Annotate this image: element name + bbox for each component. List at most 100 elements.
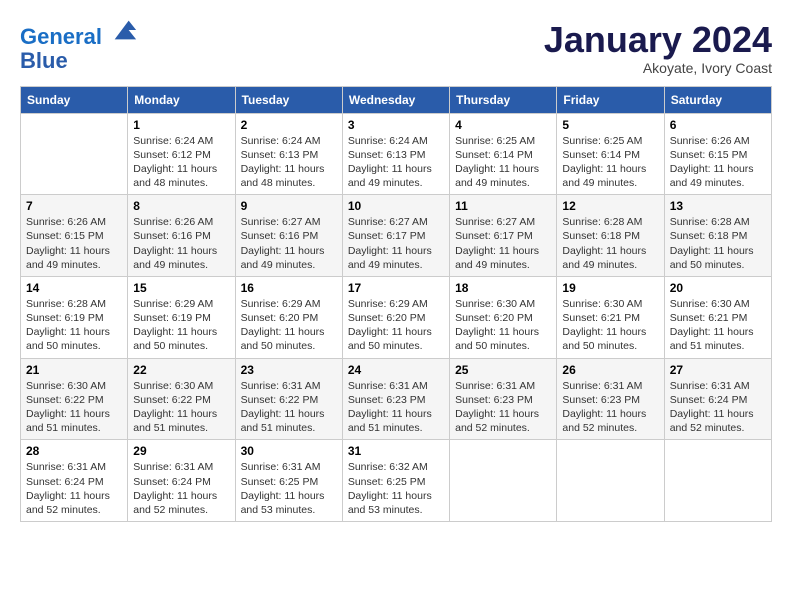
calendar-cell: 23 Sunrise: 6:31 AM Sunset: 6:22 PM Dayli… <box>235 358 342 440</box>
calendar-cell: 20 Sunrise: 6:30 AM Sunset: 6:21 PM Dayli… <box>664 276 771 358</box>
day-info: Sunrise: 6:24 AM Sunset: 6:12 PM Dayligh… <box>133 134 229 191</box>
day-info: Sunrise: 6:32 AM Sunset: 6:25 PM Dayligh… <box>348 460 444 517</box>
day-header-friday: Friday <box>557 86 664 113</box>
day-info: Sunrise: 6:31 AM Sunset: 6:23 PM Dayligh… <box>562 379 658 436</box>
day-number: 8 <box>133 199 229 213</box>
calendar-cell: 6Sunrise: 6:26 AM Sunset: 6:15 PM Daylig… <box>664 113 771 195</box>
day-header-thursday: Thursday <box>450 86 557 113</box>
calendar-cell: 11 Sunrise: 6:27 AM Sunset: 6:17 PM Dayli… <box>450 195 557 277</box>
day-info: Sunrise: 6:25 AM Sunset: 6:14 PM Dayligh… <box>562 134 658 191</box>
logo-text: General Blue <box>20 20 138 73</box>
logo-icon <box>110 16 138 44</box>
day-header-saturday: Saturday <box>664 86 771 113</box>
day-info: Sunrise: 6:24 AM Sunset: 6:13 PM Dayligh… <box>241 134 337 191</box>
calendar-table: SundayMondayTuesdayWednesdayThursdayFrid… <box>20 86 772 522</box>
day-number: 22 <box>133 363 229 377</box>
day-info: Sunrise: 6:31 AM Sunset: 6:23 PM Dayligh… <box>348 379 444 436</box>
calendar-cell: 14Sunrise: 6:28 AM Sunset: 6:19 PM Dayli… <box>21 276 128 358</box>
calendar-week-3: 14Sunrise: 6:28 AM Sunset: 6:19 PM Dayli… <box>21 276 772 358</box>
day-info: Sunrise: 6:28 AM Sunset: 6:18 PM Dayligh… <box>562 215 658 272</box>
logo-blue: Blue <box>20 48 68 73</box>
day-info: Sunrise: 6:31 AM Sunset: 6:25 PM Dayligh… <box>241 460 337 517</box>
calendar-cell: 21 Sunrise: 6:30 AM Sunset: 6:22 PM Dayli… <box>21 358 128 440</box>
month-title: January 2024 <box>544 20 772 60</box>
calendar-cell: 3Sunrise: 6:24 AM Sunset: 6:13 PM Daylig… <box>342 113 449 195</box>
day-number: 24 <box>348 363 444 377</box>
day-info: Sunrise: 6:24 AM Sunset: 6:13 PM Dayligh… <box>348 134 444 191</box>
day-number: 9 <box>241 199 337 213</box>
day-number: 10 <box>348 199 444 213</box>
title-block: January 2024 Akoyate, Ivory Coast <box>544 20 772 76</box>
day-number: 15 <box>133 281 229 295</box>
subtitle: Akoyate, Ivory Coast <box>544 60 772 76</box>
day-number: 28 <box>26 444 122 458</box>
day-number: 26 <box>562 363 658 377</box>
day-info: Sunrise: 6:25 AM Sunset: 6:14 PM Dayligh… <box>455 134 551 191</box>
calendar-cell: 17 Sunrise: 6:29 AM Sunset: 6:20 PM Dayli… <box>342 276 449 358</box>
calendar-cell: 16 Sunrise: 6:29 AM Sunset: 6:20 PM Dayli… <box>235 276 342 358</box>
day-info: Sunrise: 6:27 AM Sunset: 6:17 PM Dayligh… <box>455 215 551 272</box>
day-header-wednesday: Wednesday <box>342 86 449 113</box>
day-header-tuesday: Tuesday <box>235 86 342 113</box>
calendar-cell: 29Sunrise: 6:31 AM Sunset: 6:24 PM Dayli… <box>128 440 235 522</box>
day-info: Sunrise: 6:30 AM Sunset: 6:20 PM Dayligh… <box>455 297 551 354</box>
calendar-cell <box>557 440 664 522</box>
day-number: 2 <box>241 118 337 132</box>
calendar-cell: 12 Sunrise: 6:28 AM Sunset: 6:18 PM Dayli… <box>557 195 664 277</box>
day-info: Sunrise: 6:29 AM Sunset: 6:20 PM Dayligh… <box>348 297 444 354</box>
day-info: Sunrise: 6:29 AM Sunset: 6:19 PM Dayligh… <box>133 297 229 354</box>
calendar-cell: 22Sunrise: 6:30 AM Sunset: 6:22 PM Dayli… <box>128 358 235 440</box>
day-number: 27 <box>670 363 766 377</box>
day-number: 23 <box>241 363 337 377</box>
calendar-cell: 19Sunrise: 6:30 AM Sunset: 6:21 PM Dayli… <box>557 276 664 358</box>
calendar-cell: 1 Sunrise: 6:24 AM Sunset: 6:12 PM Daylig… <box>128 113 235 195</box>
day-info: Sunrise: 6:30 AM Sunset: 6:21 PM Dayligh… <box>562 297 658 354</box>
day-number: 20 <box>670 281 766 295</box>
day-number: 16 <box>241 281 337 295</box>
day-info: Sunrise: 6:28 AM Sunset: 6:18 PM Dayligh… <box>670 215 766 272</box>
day-info: Sunrise: 6:29 AM Sunset: 6:20 PM Dayligh… <box>241 297 337 354</box>
day-info: Sunrise: 6:30 AM Sunset: 6:21 PM Dayligh… <box>670 297 766 354</box>
calendar-week-5: 28 Sunrise: 6:31 AM Sunset: 6:24 PM Dayli… <box>21 440 772 522</box>
calendar-cell <box>21 113 128 195</box>
day-info: Sunrise: 6:31 AM Sunset: 6:24 PM Dayligh… <box>26 460 122 517</box>
day-number: 21 <box>26 363 122 377</box>
day-number: 1 <box>133 118 229 132</box>
calendar-cell: 24 Sunrise: 6:31 AM Sunset: 6:23 PM Dayli… <box>342 358 449 440</box>
calendar-cell: 8 Sunrise: 6:26 AM Sunset: 6:16 PM Daylig… <box>128 195 235 277</box>
day-info: Sunrise: 6:31 AM Sunset: 6:22 PM Dayligh… <box>241 379 337 436</box>
calendar-cell: 18Sunrise: 6:30 AM Sunset: 6:20 PM Dayli… <box>450 276 557 358</box>
day-number: 14 <box>26 281 122 295</box>
day-number: 11 <box>455 199 551 213</box>
day-number: 12 <box>562 199 658 213</box>
day-number: 13 <box>670 199 766 213</box>
day-info: Sunrise: 6:31 AM Sunset: 6:23 PM Dayligh… <box>455 379 551 436</box>
calendar-cell: 28 Sunrise: 6:31 AM Sunset: 6:24 PM Dayli… <box>21 440 128 522</box>
day-number: 17 <box>348 281 444 295</box>
calendar-cell: 25Sunrise: 6:31 AM Sunset: 6:23 PM Dayli… <box>450 358 557 440</box>
calendar-week-2: 7 Sunrise: 6:26 AM Sunset: 6:15 PM Daylig… <box>21 195 772 277</box>
day-info: Sunrise: 6:31 AM Sunset: 6:24 PM Dayligh… <box>670 379 766 436</box>
calendar-cell <box>450 440 557 522</box>
logo-general: General <box>20 24 102 49</box>
day-info: Sunrise: 6:26 AM Sunset: 6:15 PM Dayligh… <box>26 215 122 272</box>
calendar-header: SundayMondayTuesdayWednesdayThursdayFrid… <box>21 86 772 113</box>
header: General Blue January 2024 Akoyate, Ivory… <box>20 20 772 76</box>
day-header-sunday: Sunday <box>21 86 128 113</box>
day-number: 6 <box>670 118 766 132</box>
calendar-week-1: 1 Sunrise: 6:24 AM Sunset: 6:12 PM Daylig… <box>21 113 772 195</box>
day-info: Sunrise: 6:27 AM Sunset: 6:17 PM Dayligh… <box>348 215 444 272</box>
calendar-body: 1 Sunrise: 6:24 AM Sunset: 6:12 PM Daylig… <box>21 113 772 521</box>
day-number: 5 <box>562 118 658 132</box>
day-info: Sunrise: 6:26 AM Sunset: 6:16 PM Dayligh… <box>133 215 229 272</box>
day-info: Sunrise: 6:30 AM Sunset: 6:22 PM Dayligh… <box>26 379 122 436</box>
calendar-cell: 13 Sunrise: 6:28 AM Sunset: 6:18 PM Dayli… <box>664 195 771 277</box>
calendar-cell: 30Sunrise: 6:31 AM Sunset: 6:25 PM Dayli… <box>235 440 342 522</box>
calendar-cell <box>664 440 771 522</box>
calendar-cell: 9 Sunrise: 6:27 AM Sunset: 6:16 PM Daylig… <box>235 195 342 277</box>
calendar-cell: 5 Sunrise: 6:25 AM Sunset: 6:14 PM Daylig… <box>557 113 664 195</box>
calendar-cell: 10 Sunrise: 6:27 AM Sunset: 6:17 PM Dayli… <box>342 195 449 277</box>
day-info: Sunrise: 6:27 AM Sunset: 6:16 PM Dayligh… <box>241 215 337 272</box>
day-header-monday: Monday <box>128 86 235 113</box>
day-number: 7 <box>26 199 122 213</box>
